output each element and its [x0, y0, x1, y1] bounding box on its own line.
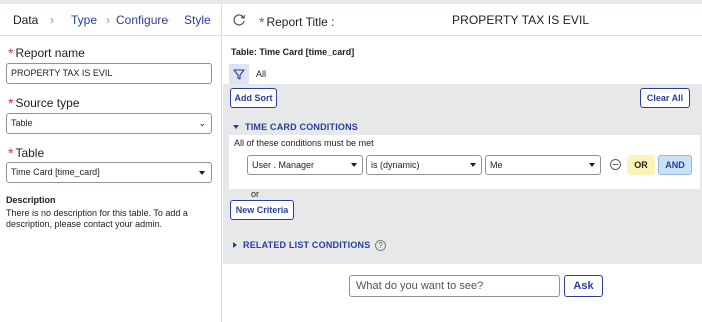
report-title-label: * Report Title : [259, 14, 335, 30]
tab-type[interactable]: Type [71, 13, 97, 27]
chevron-down-icon: ⌄ [198, 118, 206, 128]
source-type-label: * Source type [8, 95, 80, 111]
condition-operator-select[interactable]: is (dynamic) [366, 155, 482, 175]
report-builder: Data › Type › Configure › Style * Report … [0, 0, 702, 322]
left-panel: Data › Type › Configure › Style * Report … [0, 4, 222, 322]
or-button[interactable]: OR [627, 155, 655, 175]
report-header: * Report Title : PROPERTY TAX IS EVIL [223, 4, 702, 36]
source-type-select[interactable]: Table ⌄ [6, 113, 212, 134]
caret-down-icon [351, 163, 357, 167]
caret-down-icon [470, 163, 476, 167]
caret-down-icon [199, 171, 205, 175]
table-select[interactable]: Time Card [time_card] [6, 162, 212, 183]
caret-right-icon [233, 242, 237, 248]
refresh-icon[interactable] [231, 12, 247, 28]
help-icon[interactable]: ? [375, 240, 386, 251]
required-asterisk: * [8, 95, 14, 111]
caret-down-icon [233, 125, 239, 129]
filter-button[interactable] [229, 64, 249, 84]
required-asterisk: * [8, 45, 14, 61]
or-separator: or [251, 189, 260, 199]
condition-value-select[interactable]: Me [485, 155, 601, 175]
condition-field-select[interactable]: User . Manager [247, 155, 363, 175]
right-panel: * Report Title : PROPERTY TAX IS EVIL Tab… [223, 4, 702, 322]
report-title-value[interactable]: PROPERTY TAX IS EVIL [452, 13, 589, 27]
step-tabs: Data › Type › Configure › Style [0, 4, 221, 36]
report-name-label: * Report name [8, 45, 85, 61]
new-criteria-button[interactable]: New Criteria [230, 200, 294, 220]
time-card-conditions-toggle[interactable]: TIME CARD CONDITIONS [233, 122, 358, 132]
required-asterisk: * [259, 14, 265, 30]
tab-data[interactable]: Data [13, 13, 38, 27]
table-label: * Table [8, 145, 45, 161]
chevron-right-icon: › [165, 13, 169, 27]
conditions-intro: All of these conditions must be met [234, 138, 374, 148]
condition-field-value: User . Manager [252, 160, 315, 170]
condition-group: All of these conditions must be met User… [229, 135, 700, 189]
source-type-value: Table [11, 118, 33, 128]
add-sort-button[interactable]: Add Sort [230, 88, 277, 108]
description-text: There is no description for this table. … [6, 208, 188, 229]
report-name-input[interactable]: PROPERTY TAX IS EVIL [6, 63, 212, 84]
table-name: Table: Time Card [time_card] [231, 47, 355, 57]
clear-all-button[interactable]: Clear All [640, 88, 690, 108]
condition-value-value: Me [490, 160, 503, 170]
remove-condition-icon[interactable] [610, 159, 621, 170]
chevron-right-icon: › [50, 13, 54, 27]
ask-input[interactable]: What do you want to see? [349, 275, 560, 297]
tab-style[interactable]: Style [184, 13, 211, 27]
condition-operator-value: is (dynamic) [371, 160, 420, 170]
required-asterisk: * [8, 145, 14, 161]
table-value: Time Card [time_card] [11, 167, 100, 177]
and-button[interactable]: AND [658, 155, 692, 175]
related-list-conditions-toggle[interactable]: RELATED LIST CONDITIONS [233, 240, 370, 250]
caret-down-icon [589, 163, 595, 167]
ask-button[interactable]: Ask [564, 275, 603, 297]
tab-configure[interactable]: Configure [116, 13, 168, 27]
filter-all-label: All [256, 69, 267, 79]
description-title: Description [6, 195, 56, 205]
filter-icon [233, 69, 245, 80]
chevron-right-icon: › [106, 13, 110, 27]
